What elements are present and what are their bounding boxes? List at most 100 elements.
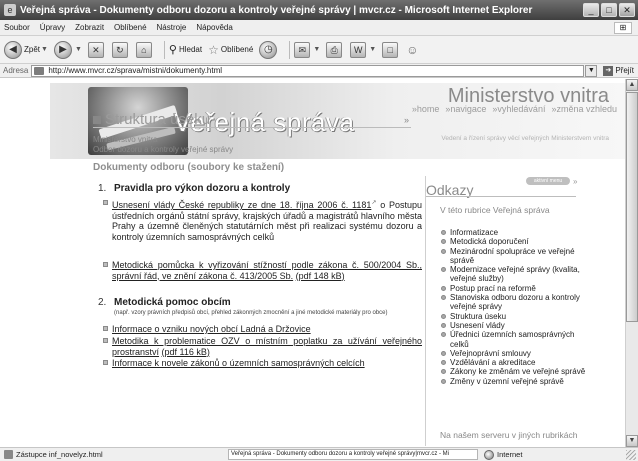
active-menu-badge[interactable]: aktivní menu (526, 177, 570, 185)
resize-grip-icon[interactable] (626, 449, 636, 460)
nav-zmena-vzhledu[interactable]: »změna vzhledu (551, 104, 617, 114)
ie-window-icon[interactable]: e (4, 4, 16, 16)
menu-upravy[interactable]: Úpravy (40, 23, 65, 32)
browser-toolbar: ◀ Zpět ▼ ▶ ▼ ✕ ↻ ⌂ ⚲ Hledat ☆ Oblíbené ◷… (0, 36, 638, 64)
search-button[interactable]: ⚲ Hledat (169, 43, 202, 56)
print-icon: ⎙ (326, 41, 343, 58)
bullet-icon (441, 378, 446, 384)
document-link[interactable]: Metodika k problematice OZV o místním po… (112, 336, 422, 357)
document-link[interactable]: Usnesení vlády České republiky ze dne 18… (112, 200, 371, 210)
globe-icon (484, 449, 494, 460)
toolbar-separator (289, 40, 291, 59)
file-size-link[interactable]: (pdf 148 kB) (296, 271, 345, 281)
close-button[interactable]: ✕ (619, 3, 635, 17)
menu-oblibene[interactable]: Oblíbené (114, 23, 146, 32)
menu-napoveda[interactable]: Nápověda (196, 23, 232, 32)
discuss-button[interactable]: □ (382, 41, 400, 58)
document-link[interactable]: Informace k novele zákonů o územních sam… (112, 358, 365, 368)
window-controls: _ □ ✕ (583, 3, 635, 17)
bullet-icon (441, 322, 446, 328)
edit-button[interactable]: W ▼ (350, 41, 376, 58)
windows-logo-icon: ⊞ (614, 21, 632, 34)
back-button[interactable]: ◀ Zpět ▼ (4, 40, 48, 59)
bullet-icon (103, 326, 108, 331)
security-zone: Internet (484, 449, 522, 460)
sidebar-item[interactable]: Mezinárodní spolupráce ve veřejné správě (440, 247, 590, 266)
back-dropdown-icon[interactable]: ▼ (41, 46, 48, 53)
address-input[interactable]: http://www.mvcr.cz/sprava/mistni/dokumen… (31, 64, 585, 77)
bullet-icon (441, 350, 446, 356)
sidebar-item[interactable]: Informatizace (440, 228, 590, 237)
breadcrumb-department: Odbor dozoru a kontroly veřejné správy (93, 145, 234, 154)
discuss-icon: □ (382, 41, 399, 58)
nav-home[interactable]: »home (412, 104, 440, 114)
breadcrumb: Ministerstvo vnitra Odbor dozoru a kontr… (93, 135, 233, 155)
bullet-icon (441, 285, 446, 291)
home-icon: ⌂ (135, 41, 152, 58)
stop-icon: ✕ (87, 41, 104, 58)
sidebar-item[interactable]: Struktura úseku (440, 312, 590, 321)
bullet-icon (441, 239, 446, 245)
scroll-up-icon[interactable]: ▲ (626, 79, 638, 91)
refresh-icon: ↻ (111, 41, 128, 58)
nav-vyhledavani[interactable]: »vyhledávání (492, 104, 545, 114)
sidebar-chevron-icon[interactable]: » (573, 177, 577, 186)
sidebar-item[interactable]: Metodická doporučení (440, 237, 590, 246)
minimize-button[interactable]: _ (583, 3, 599, 17)
page-subtitle: Dokumenty odboru (soubory ke stažení) (93, 162, 285, 173)
go-button[interactable]: ➜ Přejít (603, 65, 634, 76)
favorites-button[interactable]: ☆ Oblíbené (208, 43, 253, 57)
edit-dropdown-icon[interactable]: ▼ (369, 46, 376, 53)
document-link[interactable]: Metodická pomůcka k vyřizování stížností… (112, 260, 422, 281)
page-icon (34, 66, 45, 75)
section-square-icon (93, 116, 101, 124)
address-dropdown-icon[interactable]: ▼ (585, 64, 598, 77)
section-title: Struktura úseku (105, 111, 211, 128)
scroll-down-icon[interactable]: ▼ (626, 435, 638, 447)
status-tooltip: Veřejná správa - Dokumenty odboru dozoru… (228, 449, 478, 460)
sidebar-item[interactable]: Modernizace veřejné správy (kvalita, veř… (440, 265, 590, 284)
bullet-icon (441, 248, 446, 254)
back-label: Zpět (24, 45, 41, 54)
history-button[interactable]: ◷ (259, 40, 279, 59)
vertical-scrollbar[interactable]: ▲ ▼ (625, 79, 638, 447)
status-bar: Zástupce inf_novelyz.html Veřejná správa… (0, 447, 638, 461)
list-item: Informace k novele zákonů o územních sam… (103, 358, 422, 369)
bullet-icon (441, 369, 446, 375)
file-size-link[interactable]: (pdf 116 kB) (162, 347, 210, 357)
menu-soubor[interactable]: Soubor (4, 23, 30, 32)
sidebar-item[interactable]: Veřejnoprávní smlouvy (440, 349, 590, 358)
mail-dropdown-icon[interactable]: ▼ (313, 46, 320, 53)
refresh-button[interactable]: ↻ (111, 41, 130, 58)
bullet-icon (103, 200, 108, 205)
sidebar-item[interactable]: Úřednici územních samosprávných celků (440, 330, 590, 349)
messenger-button[interactable]: ☺ (406, 43, 418, 57)
forward-button[interactable]: ▶ ▼ (53, 40, 82, 59)
collapse-chevron-icon[interactable]: » (404, 115, 409, 125)
print-button[interactable]: ⎙ (326, 41, 344, 58)
sidebar-item[interactable]: Vzdělávání a akreditace (440, 358, 590, 367)
bullet-icon (103, 262, 108, 267)
home-button[interactable]: ⌂ (135, 41, 154, 58)
bullet-icon (441, 267, 446, 273)
menu-nastroje[interactable]: Nástroje (157, 23, 187, 32)
sidebar-item[interactable]: Postup prací na reformě (440, 284, 590, 293)
go-arrow-icon: ➜ (603, 65, 614, 76)
forward-dropdown-icon[interactable]: ▼ (75, 46, 82, 53)
list-item: Informace o vzniku nových obcí Ladná a D… (103, 324, 422, 335)
document-link[interactable]: Informace o vzniku nových obcí Ladná a D… (112, 324, 311, 334)
sidebar-item[interactable]: Usnesení vlády (440, 321, 590, 330)
maximize-button[interactable]: □ (601, 3, 617, 17)
scrollbar-thumb[interactable] (626, 92, 638, 322)
stop-button[interactable]: ✕ (87, 41, 106, 58)
search-label: Hledat (178, 45, 203, 54)
menu-zobrazit[interactable]: Zobrazit (75, 23, 104, 32)
nav-navigace[interactable]: »navigace (445, 104, 486, 114)
bullet-icon (441, 295, 446, 301)
sidebar-item[interactable]: Stanoviska odboru dozoru a kontroly veře… (440, 293, 590, 312)
mail-button[interactable]: ✉ ▼ (294, 41, 320, 58)
messenger-icon: ☺ (406, 42, 419, 57)
sidebar-item[interactable]: Změny v územní veřejné správě (440, 377, 590, 386)
sidebar-item[interactable]: Zákony ke změnám ve veřejné správě (440, 367, 590, 376)
list-heading: Pravidla pro výkon dozoru a kontroly (114, 183, 291, 194)
